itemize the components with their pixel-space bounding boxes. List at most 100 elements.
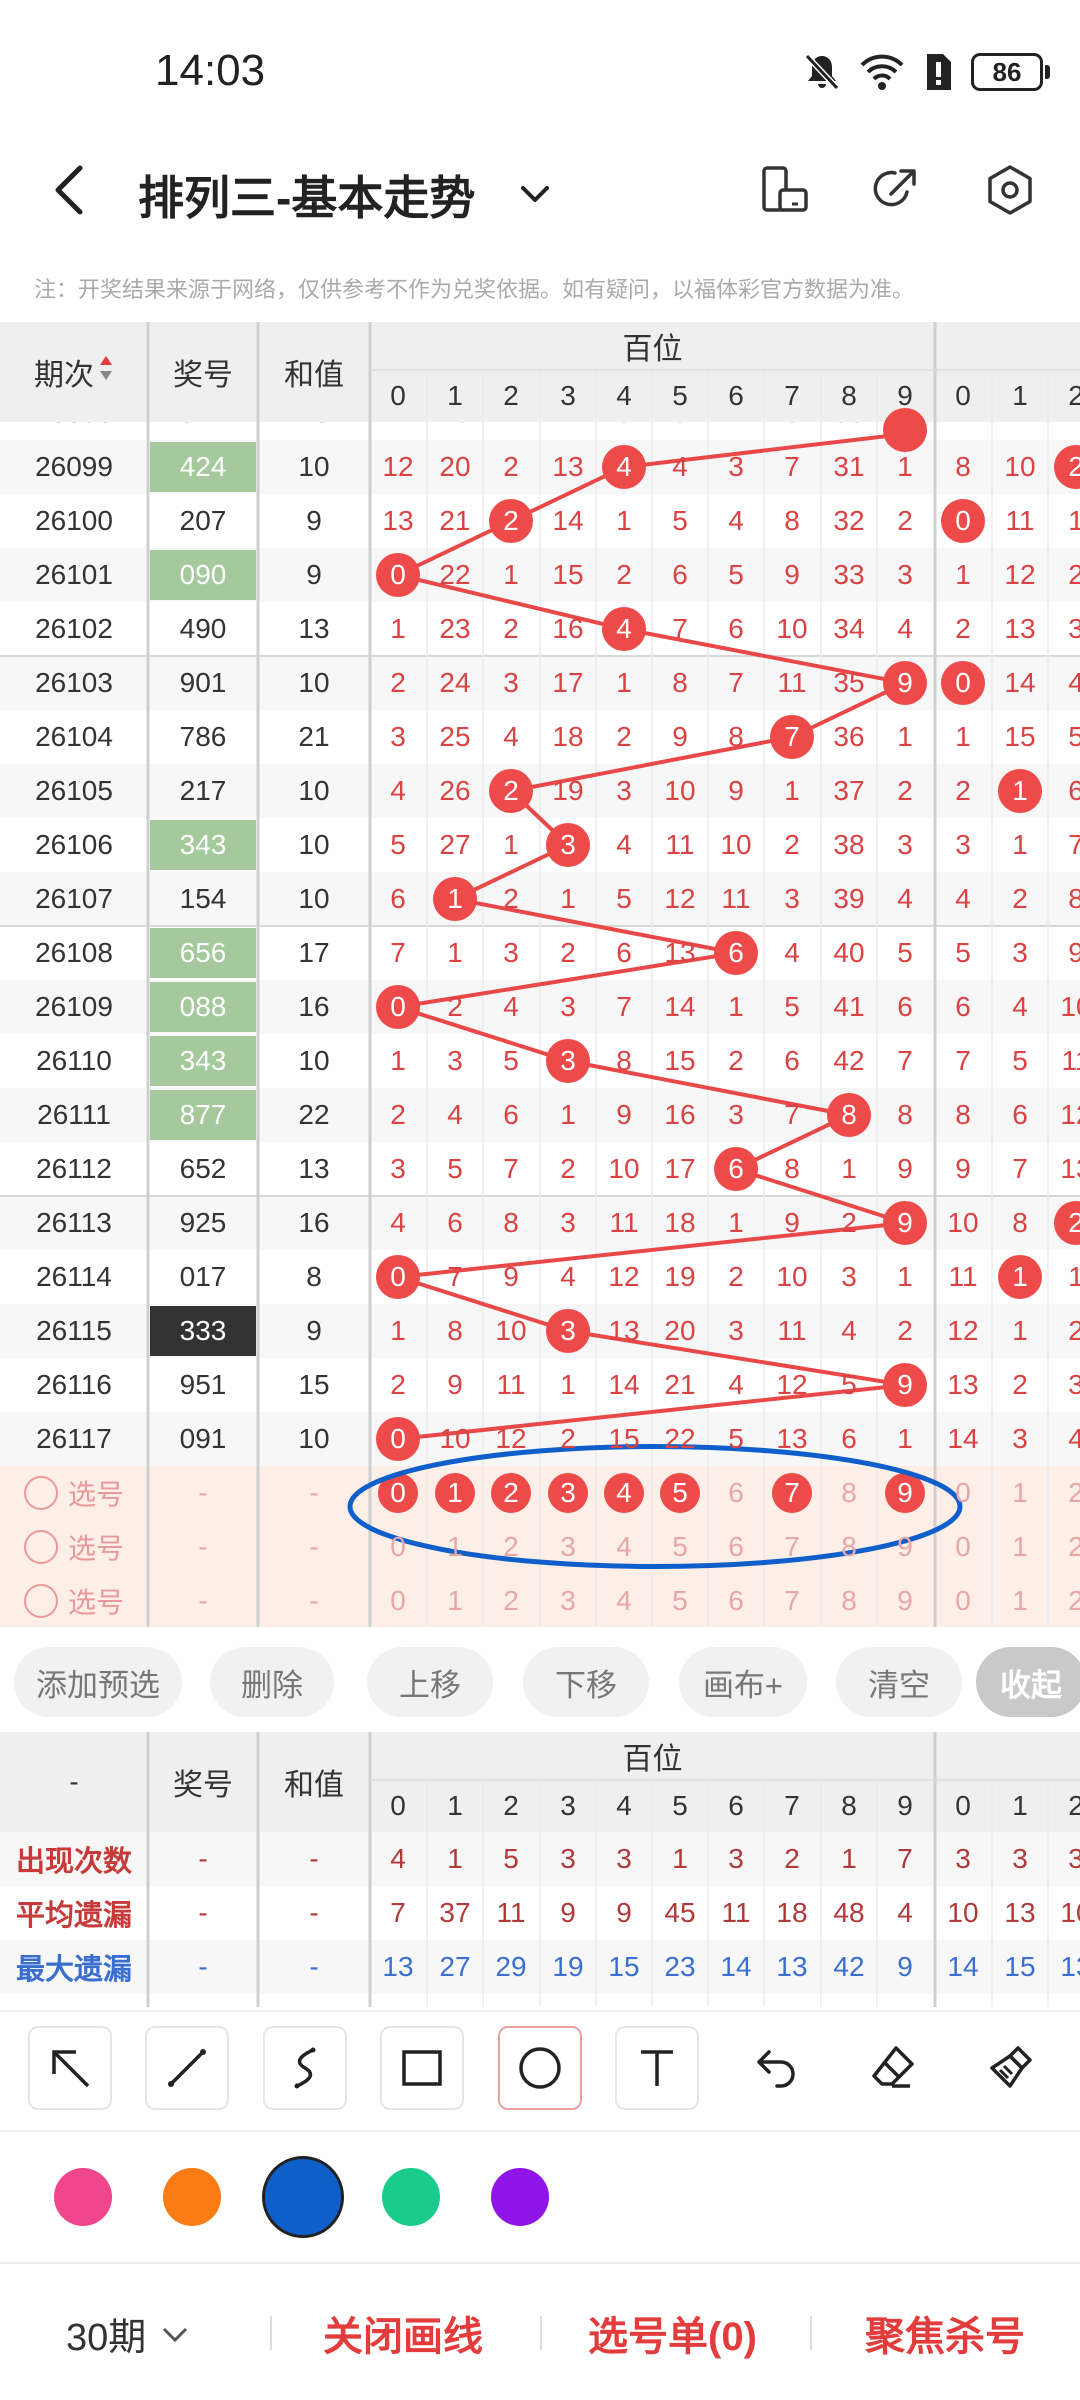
trend-cell: 5 — [728, 1423, 744, 1454]
pick-digit[interactable]: 9 — [877, 1520, 933, 1574]
pick-digit[interactable]: 5 — [652, 1466, 708, 1520]
trend-cell: 4 — [728, 505, 744, 536]
tool-circle[interactable] — [498, 2026, 582, 2110]
pick-digit[interactable]: 1 — [427, 1520, 483, 1574]
pick-digit[interactable]: 0 — [370, 1466, 426, 1520]
focus-kill-button[interactable]: 聚焦杀号 — [865, 2304, 1025, 2362]
partial-number: 974 — [148, 422, 258, 440]
tool-eraser[interactable] — [850, 2026, 934, 2110]
row-sum: 22 — [298, 1099, 330, 1130]
action-button-2[interactable]: 上移 — [367, 1647, 493, 1717]
pick-digit[interactable]: 2 — [483, 1466, 539, 1520]
action-button-1[interactable]: 删除 — [210, 1647, 334, 1717]
pick-digit[interactable]: 7 — [764, 1466, 820, 1520]
pick-tens-digit[interactable]: 2 — [1048, 1574, 1080, 1628]
pick-digit[interactable]: 3 — [540, 1520, 596, 1574]
trend-cell: 8 — [897, 1099, 913, 1130]
pick-digit[interactable]: 4 — [596, 1574, 652, 1628]
pick-digit[interactable]: 9 — [877, 1574, 933, 1628]
trend-cell: 3 — [560, 991, 576, 1022]
tool-text[interactable] — [615, 2026, 699, 2110]
tool-line[interactable] — [145, 2026, 229, 2110]
pick-radio-icon[interactable] — [23, 1584, 58, 1618]
color-purple[interactable] — [491, 2168, 549, 2226]
pick-radio-icon[interactable] — [23, 1530, 58, 1564]
color-blue-selected[interactable] — [262, 2156, 344, 2238]
pick-digit[interactable]: 0 — [370, 1520, 426, 1574]
pick-digit[interactable]: 3 — [540, 1574, 596, 1628]
tool-rectangle[interactable] — [380, 2026, 464, 2110]
color-pink[interactable] — [54, 2168, 112, 2226]
pick-digit[interactable]: 2 — [483, 1520, 539, 1574]
tens-cell: 1 — [1068, 1261, 1080, 1292]
period-label: 30期 — [66, 2317, 147, 2359]
pick-digit[interactable]: 4 — [596, 1520, 652, 1574]
tool-clear-brush[interactable] — [968, 2026, 1052, 2110]
pick-digit[interactable]: 8 — [821, 1520, 877, 1574]
tool-curve[interactable] — [263, 2026, 347, 2110]
action-button-3[interactable]: 下移 — [523, 1647, 649, 1717]
pick-digit[interactable]: 8 — [821, 1466, 877, 1520]
pick-tens-digit[interactable]: 1 — [992, 1574, 1048, 1628]
sort-icon[interactable] — [98, 353, 114, 391]
row-number: 424 — [179, 451, 227, 482]
tens-cell: 13 — [1060, 1153, 1080, 1184]
period-selector[interactable]: 30期 — [66, 2306, 192, 2361]
pick-digit[interactable]: 7 — [764, 1574, 820, 1628]
tens-cell: 13 — [1004, 613, 1036, 644]
status-bar: 14:03 86 — [0, 0, 1080, 140]
col-number-header: 奖号 — [173, 359, 233, 392]
trend-cell: 7 — [447, 1261, 463, 1292]
pick-radio-icon[interactable] — [23, 1476, 58, 1510]
pick-digit[interactable]: 6 — [708, 1574, 764, 1628]
pick-digit[interactable]: 6 — [708, 1466, 764, 1520]
tens-cell: 13 — [947, 1369, 979, 1400]
trend-cell: 6 — [616, 937, 632, 968]
trend-cell: 10 — [776, 613, 808, 644]
pick-tens-digit[interactable]: 0 — [935, 1574, 991, 1628]
pick-tens-digit[interactable]: 1 — [992, 1466, 1048, 1520]
action-button-4[interactable]: 画布+ — [679, 1647, 807, 1717]
page-title[interactable]: 排列三-基本走势 — [138, 162, 475, 228]
trend-cell: 17 — [664, 1153, 696, 1184]
curve-icon — [294, 2047, 316, 2089]
back-arrow-icon[interactable] — [42, 160, 102, 220]
tens-cell: 1 — [955, 559, 971, 590]
pick-digit[interactable]: 5 — [652, 1574, 708, 1628]
color-orange[interactable] — [163, 2168, 221, 2226]
chevron-down-icon[interactable] — [515, 174, 555, 214]
action-button-6[interactable]: 收起 — [976, 1647, 1080, 1717]
settings-hexagon-icon[interactable] — [982, 162, 1038, 218]
pick-tens-digit[interactable]: 1 — [992, 1520, 1048, 1574]
action-button-0[interactable]: 添加预选 — [14, 1647, 182, 1717]
pick-tens-digit[interactable]: 2 — [1048, 1520, 1080, 1574]
pick-digit[interactable]: 4 — [596, 1466, 652, 1520]
color-green[interactable] — [382, 2168, 440, 2226]
tens-cell: 4 — [1068, 1423, 1080, 1454]
action-button-5[interactable]: 清空 — [836, 1647, 962, 1717]
hit-ball-number: 9 — [897, 1369, 913, 1400]
share-icon[interactable] — [867, 162, 923, 218]
pick-digit[interactable]: 1 — [427, 1574, 483, 1628]
pick-digit[interactable]: 5 — [652, 1520, 708, 1574]
tens-cell: 6 — [955, 991, 971, 1022]
close-line-button[interactable]: 关闭画线 — [323, 2304, 483, 2362]
rotate-screen-icon[interactable] — [756, 162, 812, 218]
pick-digit[interactable]: 3 — [540, 1466, 596, 1520]
pick-digit[interactable]: 7 — [764, 1520, 820, 1574]
pick-digit[interactable]: 1 — [427, 1466, 483, 1520]
stats-digit-header: 1 — [447, 1790, 463, 1821]
pick-tens-digit[interactable]: 0 — [935, 1466, 991, 1520]
pick-tens-digit[interactable]: 2 — [1048, 1466, 1080, 1520]
pick-digit[interactable]: 0 — [370, 1574, 426, 1628]
pick-digit[interactable]: 2 — [483, 1574, 539, 1628]
stats-value: 14 — [720, 1951, 752, 1982]
pick-digit[interactable]: 8 — [821, 1574, 877, 1628]
pick-list-button[interactable]: 选号单(0) — [588, 2304, 757, 2362]
pick-digit[interactable]: 9 — [877, 1466, 933, 1520]
pick-tens-digit[interactable]: 0 — [935, 1520, 991, 1574]
tool-undo[interactable] — [733, 2026, 817, 2110]
trend-cell: 4 — [897, 613, 913, 644]
tool-arrow[interactable] — [28, 2026, 112, 2110]
pick-digit[interactable]: 6 — [708, 1520, 764, 1574]
